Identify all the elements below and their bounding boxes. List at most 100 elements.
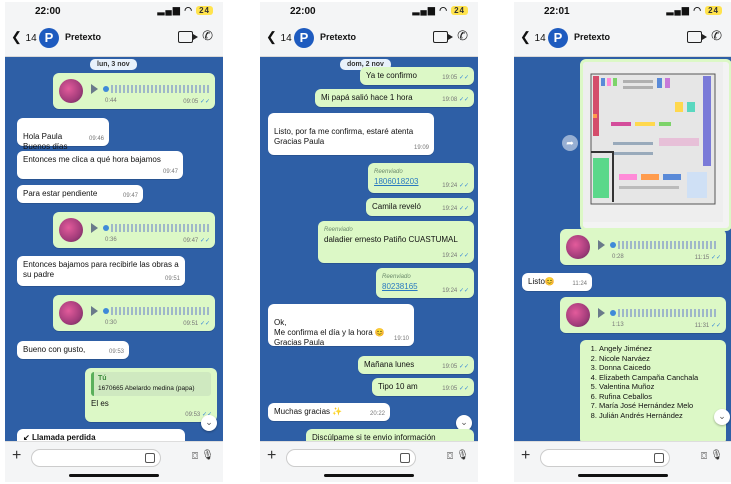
message-text: Tipo 10 am bbox=[378, 382, 418, 391]
quoted-message[interactable]: Tú 1670665 Abelardo medina (papa) bbox=[91, 372, 211, 396]
back-button[interactable]: ❮ 14 bbox=[11, 29, 37, 45]
contact-name[interactable]: Pretexto bbox=[320, 32, 356, 42]
message-bubble[interactable]: Mañana lunes 19:05 ✓✓ bbox=[358, 356, 474, 374]
message-time: 19:24 bbox=[442, 183, 458, 189]
chat-screen-2: 22:00 ▂▄▆ ◠ 24 ❮ 14 P Pretexto ✆ dom, 2 n… bbox=[260, 2, 478, 482]
message-list[interactable]: dom, 2 nov Ya te confirmo 19:05 ✓✓ Mi pa… bbox=[260, 57, 478, 449]
message-time: 19:10 bbox=[393, 336, 409, 342]
playhead-dot[interactable] bbox=[610, 242, 616, 248]
list-message[interactable]: Angely Jiménez Nicole Narváez Donna Caic… bbox=[580, 340, 726, 445]
forwarded-message[interactable]: Reenviado daladier ernesto Patiño CUASTU… bbox=[318, 221, 474, 263]
waveform bbox=[111, 224, 211, 232]
message-bubble[interactable]: Mi papá salió hace 1 hora 19:08 ✓✓ bbox=[315, 89, 474, 107]
message-composer: + ⌼ 🎙︎ bbox=[514, 441, 731, 482]
message-bubble[interactable]: Listo, por fa me confirma, estaré atenta… bbox=[268, 113, 434, 155]
read-receipt-icon: ✓✓ bbox=[458, 97, 469, 103]
sticker-icon[interactable] bbox=[145, 453, 155, 463]
message-input[interactable] bbox=[31, 449, 161, 467]
play-icon[interactable] bbox=[91, 306, 98, 316]
play-icon[interactable] bbox=[598, 308, 605, 318]
message-time: 19:05 bbox=[442, 364, 458, 370]
video-call-icon[interactable] bbox=[433, 31, 453, 43]
play-icon[interactable] bbox=[91, 223, 98, 233]
image-message[interactable] bbox=[580, 59, 731, 231]
contact-avatar[interactable]: P bbox=[39, 28, 59, 48]
voice-message[interactable]: 0:36 09:47 ✓✓ bbox=[53, 212, 215, 248]
contact-name[interactable]: Pretexto bbox=[65, 32, 101, 42]
message-time: 09:05 bbox=[183, 99, 199, 105]
phone-call-icon[interactable]: ✆ bbox=[711, 28, 722, 44]
contact-avatar[interactable]: P bbox=[294, 28, 314, 48]
play-icon[interactable] bbox=[91, 84, 98, 94]
sticker-icon[interactable] bbox=[654, 453, 664, 463]
message-bubble[interactable]: Bueno con gusto, 09:53 bbox=[17, 341, 129, 359]
floor-plan-image bbox=[583, 62, 723, 222]
forwarded-message[interactable]: Reenviado 1806018203 19:24 ✓✓ bbox=[368, 163, 474, 193]
sticker-icon[interactable] bbox=[400, 453, 410, 463]
waveform bbox=[618, 241, 718, 249]
message-time: 19:08 bbox=[442, 97, 458, 103]
message-bubble[interactable]: Listo😊 11:24 bbox=[522, 273, 592, 291]
message-bubble[interactable]: Para estar pendiente 09:47 bbox=[17, 185, 143, 203]
phone-call-icon[interactable]: ✆ bbox=[202, 28, 213, 44]
share-forward-icon[interactable]: ➦ bbox=[562, 135, 578, 151]
list-item: Rufina Ceballos bbox=[599, 392, 720, 402]
message-bubble[interactable]: Camila reveló 19:24 ✓✓ bbox=[366, 198, 474, 216]
message-bubble[interactable]: Tipo 10 am 19:05 ✓✓ bbox=[372, 378, 474, 396]
status-time: 22:00 bbox=[290, 6, 316, 17]
reply-message[interactable]: Tú 1670665 Abelardo medina (papa) El es … bbox=[85, 368, 217, 422]
attach-plus-icon[interactable]: + bbox=[267, 447, 276, 465]
message-bubble[interactable]: Ok, Me confirma el día y la hora 😊 Graci… bbox=[268, 304, 414, 347]
voice-message[interactable]: 0:44 09:05 ✓✓ bbox=[53, 73, 215, 109]
camera-icon[interactable]: ⌼ bbox=[701, 451, 707, 462]
voice-duration: 0:28 bbox=[612, 254, 624, 260]
message-list[interactable]: lun, 3 nov 0:44 09:05 ✓✓ Hola Paula Buen… bbox=[5, 57, 223, 449]
contact-name[interactable]: Pretexto bbox=[574, 32, 610, 42]
forwarded-label: Reenviado bbox=[382, 274, 411, 280]
contact-avatar[interactable]: P bbox=[548, 28, 568, 48]
message-composer: + ⌼ 🎙︎ bbox=[260, 441, 478, 482]
read-receipt-icon: ✓✓ bbox=[710, 323, 721, 329]
scroll-down-button[interactable]: ⌄ bbox=[714, 409, 730, 425]
playhead-dot[interactable] bbox=[103, 308, 109, 314]
signal-wifi-icon: ▂▄▆ ◠ 24 bbox=[413, 5, 468, 16]
microphone-icon[interactable]: 🎙︎ bbox=[456, 450, 469, 461]
message-time: 09:53 bbox=[185, 412, 201, 418]
video-call-icon[interactable] bbox=[687, 31, 707, 43]
playhead-dot[interactable] bbox=[103, 86, 109, 92]
attach-plus-icon[interactable]: + bbox=[12, 447, 21, 465]
message-input[interactable] bbox=[286, 449, 416, 467]
message-bubble[interactable]: Entonces bajamos para recibirle las obra… bbox=[17, 256, 185, 286]
message-list[interactable]: ➦ 0:28 11:15 ✓✓ Listo😊 11:24 1:13 11:31 … bbox=[514, 57, 731, 445]
back-button[interactable]: ❮ 14 bbox=[266, 29, 292, 45]
play-icon[interactable] bbox=[598, 240, 605, 250]
camera-icon[interactable]: ⌼ bbox=[447, 451, 453, 462]
scroll-down-button[interactable]: ⌄ bbox=[201, 415, 217, 431]
back-button[interactable]: ❮ 14 bbox=[520, 29, 546, 45]
microphone-icon[interactable]: 🎙︎ bbox=[201, 450, 214, 461]
attach-plus-icon[interactable]: + bbox=[521, 447, 530, 465]
video-call-icon[interactable] bbox=[178, 31, 198, 43]
message-input[interactable] bbox=[540, 449, 670, 467]
playhead-dot[interactable] bbox=[610, 310, 616, 316]
phone-call-icon[interactable]: ✆ bbox=[457, 28, 468, 44]
sender-avatar bbox=[59, 79, 83, 103]
message-bubble[interactable]: Ya te confirmo 19:05 ✓✓ bbox=[360, 67, 474, 85]
playhead-dot[interactable] bbox=[103, 225, 109, 231]
message-text: Mañana lunes bbox=[364, 360, 415, 369]
message-text: Entonces bajamos para recibirle las obra… bbox=[23, 260, 179, 279]
message-bubble[interactable]: Muchas gracias ✨ 20:22 bbox=[268, 403, 390, 421]
voice-duration: 0:30 bbox=[105, 320, 117, 326]
message-bubble[interactable]: Hola Paula Buenos días 09:46 bbox=[17, 118, 109, 151]
voice-message[interactable]: 0:28 11:15 ✓✓ bbox=[560, 229, 726, 265]
voice-message[interactable]: 0:30 09:51 ✓✓ bbox=[53, 295, 215, 331]
forwarded-message[interactable]: Reenviado 80238165 19:24 ✓✓ bbox=[376, 268, 474, 298]
message-link[interactable]: 1806018203 bbox=[374, 177, 419, 186]
camera-icon[interactable]: ⌼ bbox=[192, 451, 198, 462]
message-link[interactable]: 80238165 bbox=[382, 282, 418, 291]
battery-icon: 24 bbox=[451, 6, 468, 15]
voice-duration: 0:44 bbox=[105, 98, 117, 104]
message-bubble[interactable]: Entonces me clica a qué hora bajamos 09:… bbox=[17, 151, 183, 179]
microphone-icon[interactable]: 🎙︎ bbox=[710, 450, 723, 461]
voice-message[interactable]: 1:13 11:31 ✓✓ bbox=[560, 297, 726, 333]
